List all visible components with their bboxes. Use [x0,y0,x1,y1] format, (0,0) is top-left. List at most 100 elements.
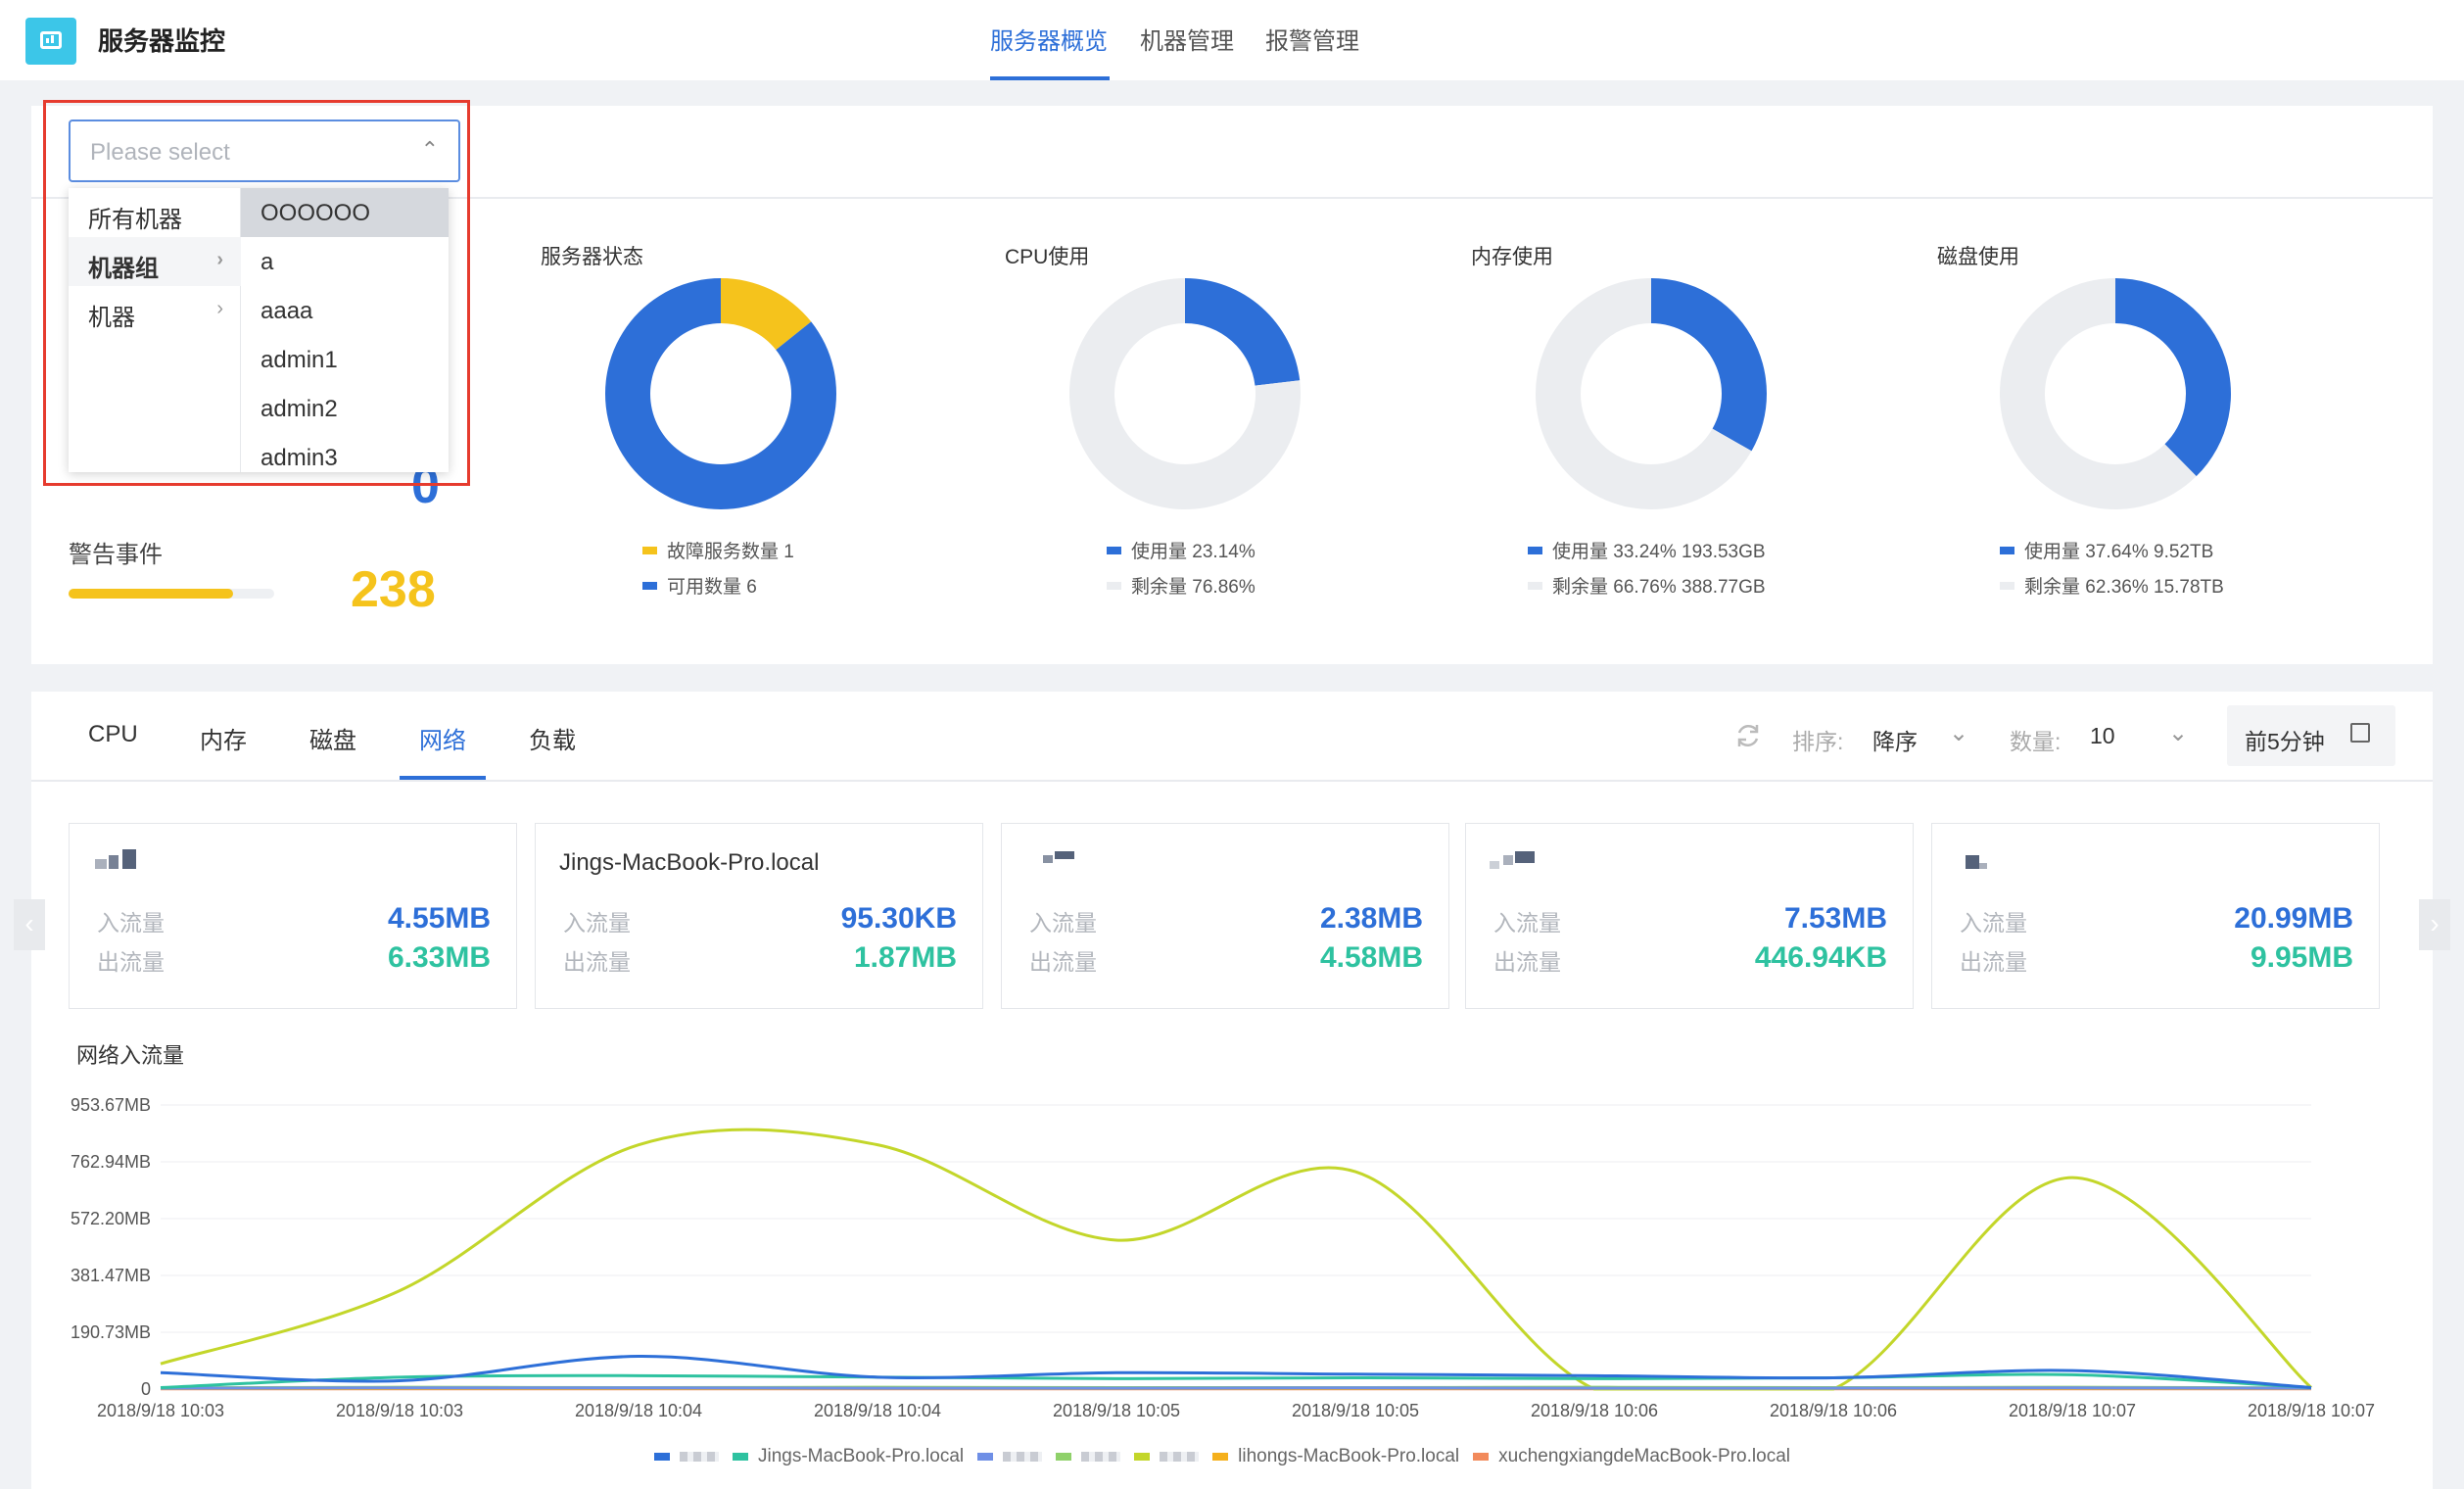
card-in-value: 4.55MB [387,902,491,935]
card-in-value: 20.99MB [2234,902,2353,935]
legend-item[interactable]: xuchengxiangdeMacBook-Pro.local [1473,1446,1790,1467]
legend-item[interactable] [654,1452,719,1462]
legend-disk-free: 剩余量 62.36% 15.78TB [2000,572,2224,599]
tab-active-indicator [400,776,486,780]
card-out-label: 出流量 [1029,949,1097,975]
carousel-next-button[interactable]: › [2419,899,2450,950]
app-title: 服务器监控 [98,26,226,56]
card-out-value: 446.94KB [1754,941,1887,974]
x-tick-label: 2018/9/18 10:07 [2248,1401,2375,1420]
legend-label: lihongs-MacBook-Pro.local [1238,1446,1460,1466]
legend-item[interactable] [1134,1452,1200,1462]
card-out-label: 出流量 [1960,949,2027,975]
calendar-icon [2350,723,2370,743]
card-out-value: 9.95MB [2250,941,2353,974]
legend-item[interactable] [1056,1452,1121,1462]
legend-swatch [1134,1453,1151,1461]
chart-legend: Jings-MacBook-Pro.local lihongs-MacBook-P… [654,1446,1804,1467]
legend-swatch [2000,581,2014,590]
y-tick-label: 190.73MB [71,1322,151,1342]
alert-progress-fill [69,589,233,599]
tab-cpu[interactable]: CPU [88,721,138,748]
x-tick-label: 2018/9/18 10:03 [97,1401,224,1420]
time-range-button[interactable]: 前5分钟 [2227,705,2395,766]
card-in-label: 入流量 [1029,910,1097,936]
legend-swatch [977,1453,994,1461]
network-card[interactable]: 入流量 2.38MB 出流量 4.58MB [1001,823,1449,1009]
y-tick-label: 572.20MB [71,1209,151,1228]
sort-label: 排序: [1792,729,1844,754]
donut-disk-usage [2000,278,2231,509]
y-tick-label: 762.94MB [71,1152,151,1172]
card-in-value: 95.30KB [840,902,957,935]
legend-swatch [654,1453,670,1461]
donut-title-disk: 磁盘使用 [1937,246,2019,268]
donut-cpu-usage [1069,278,1301,509]
highlight-annotation-box [43,100,470,486]
legend-item[interactable]: lihongs-MacBook-Pro.local [1212,1446,1459,1467]
network-card[interactable]: Jings-MacBook-Pro.local 入流量 95.30KB 出流量 … [535,823,983,1009]
legend-cpu-free: 剩余量 76.86% [1107,572,1256,599]
x-tick-label: 2018/9/18 10:04 [814,1401,941,1420]
legend-swatch [1528,581,1542,590]
legend-memory-free: 剩余量 66.76% 388.77GB [1528,572,1766,599]
legend-item[interactable]: Jings-MacBook-Pro.local [733,1446,964,1467]
legend-swatch [1212,1453,1229,1461]
card-out-value: 4.58MB [1319,941,1423,974]
network-card[interactable]: 入流量 7.53MB 出流量 446.94KB [1465,823,1914,1009]
card-out-label: 出流量 [1493,949,1561,975]
legend-swatch [1107,581,1121,590]
legend-label [1003,1452,1043,1462]
carousel-prev-button[interactable]: ‹ [14,899,45,950]
donut-title-server-status: 服务器状态 [541,246,643,268]
legend-available-count: 可用数量 6 [642,572,757,599]
network-card[interactable]: 入流量 4.55MB 出流量 6.33MB [69,823,517,1009]
app-header: 服务器监控 服务器概览 机器管理 报警管理 [0,0,2464,80]
donut-slice-0 [1651,278,1767,452]
donut-slice-0 [1185,278,1301,386]
network-card[interactable]: 入流量 20.99MB 出流量 9.95MB [1931,823,2380,1009]
x-tick-label: 2018/9/18 10:04 [575,1401,702,1420]
legend-swatch [1528,546,1542,554]
y-tick-label: 381.47MB [71,1266,151,1285]
card-title: Jings-MacBook-Pro.local [559,849,820,876]
card-out-label: 出流量 [97,949,165,975]
nav-alert-management[interactable]: 报警管理 [1265,22,1359,56]
legend-item[interactable] [977,1452,1043,1462]
chevron-down-icon[interactable]: ⌄ [1949,719,1968,747]
donut-title-memory: 内存使用 [1471,246,1553,268]
tab-disk[interactable]: 磁盘 [309,721,356,755]
donut-server-status [605,278,836,509]
tab-memory[interactable]: 内存 [200,721,247,755]
refresh-icon[interactable] [1733,721,1763,750]
legend-swatch [733,1453,748,1461]
legend-fault-count: 故障服务数量 1 [642,537,794,563]
count-label: 数量: [2010,729,2061,754]
x-tick-label: 2018/9/18 10:05 [1053,1401,1180,1420]
count-select[interactable]: 10 [2090,723,2115,749]
x-tick-label: 2018/9/18 10:06 [1531,1401,1658,1420]
sort-select[interactable]: 降序 [1872,723,1918,756]
chevron-down-icon[interactable]: ⌄ [2168,719,2188,747]
donut-memory-usage [1536,278,1767,509]
x-tick-label: 2018/9/18 10:07 [2009,1401,2136,1420]
tab-network[interactable]: 网络 [419,721,466,755]
tab-load[interactable]: 负载 [529,721,576,755]
nav-machine-management[interactable]: 机器管理 [1140,22,1234,56]
card-out-label: 出流量 [563,949,631,975]
legend-swatch [1473,1453,1490,1461]
y-tick-label: 953.67MB [71,1095,151,1115]
x-tick-label: 2018/9/18 10:03 [336,1401,463,1420]
legend-swatch [1056,1453,1072,1461]
tabs-divider [31,780,2433,782]
legend-label [1081,1452,1121,1462]
alert-events-label: 警告事件 [69,542,163,568]
alert-events-value: 238 [351,561,436,618]
card-out-value: 1.87MB [853,941,957,974]
legend-swatch [642,546,657,554]
nav-overview[interactable]: 服务器概览 [990,22,1108,56]
y-tick-label: 0 [141,1379,151,1399]
series-line [160,1372,2312,1389]
card-in-label: 入流量 [563,910,631,936]
x-tick-label: 2018/9/18 10:06 [1770,1401,1897,1420]
